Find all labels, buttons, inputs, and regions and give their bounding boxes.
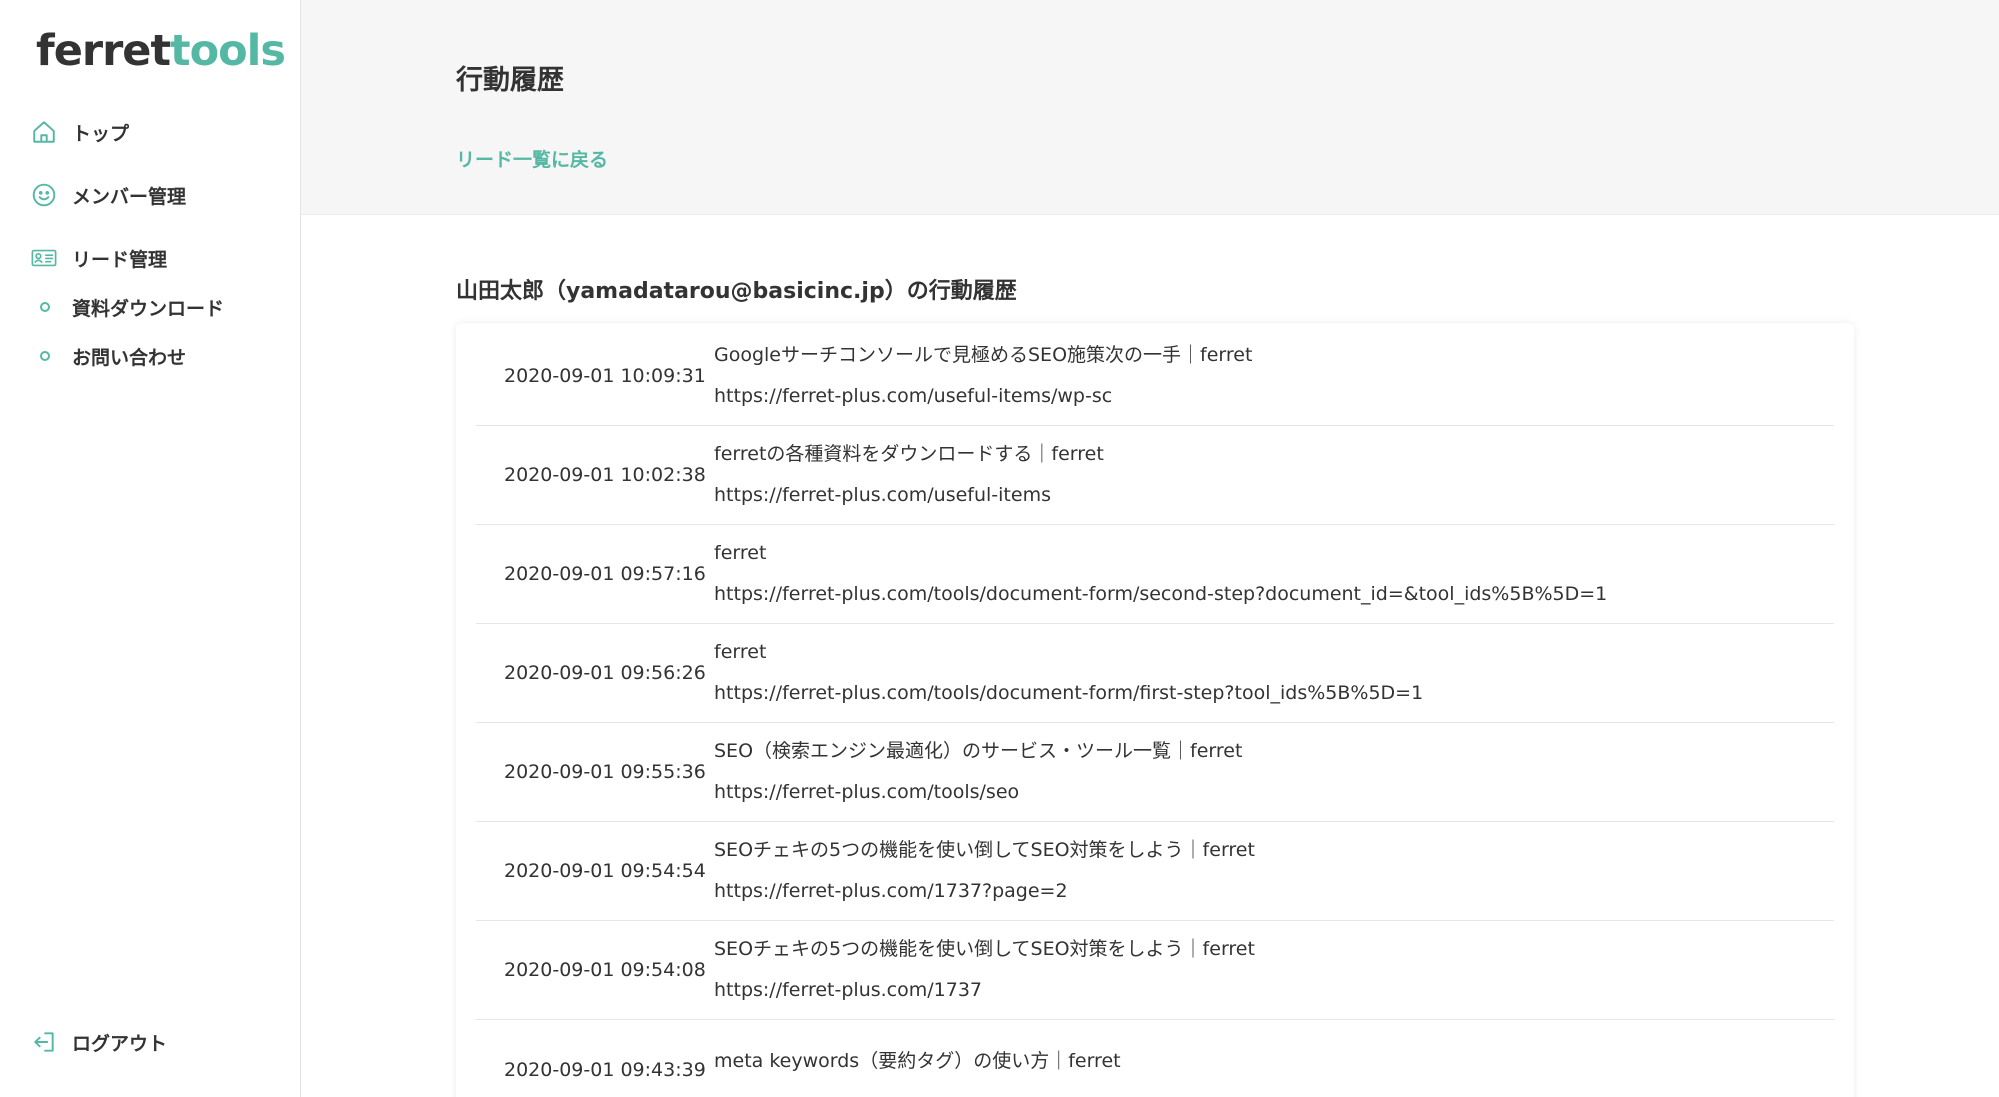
row-timestamp: 2020-09-01 09:43:39 [504, 1058, 706, 1081]
main-content: 行動履歴 リード一覧に戻る 山田太郎（yamadatarou@basicinc.… [301, 0, 1999, 1097]
row-timestamp: 2020-09-01 10:02:38 [504, 464, 706, 486]
row-info: Googleサーチコンソールで見極めるSEO施策次の一手｜ferret http… [714, 343, 1252, 408]
history-list: 2020-09-01 10:09:31 Googleサーチコンソールで見極めるS… [456, 323, 1854, 1097]
sidebar-item-members[interactable]: メンバー管理 [30, 175, 290, 215]
sidebar-subitem-label: お問い合わせ [72, 346, 187, 369]
row-page-title: Googleサーチコンソールで見極めるSEO施策次の一手｜ferret [714, 344, 1253, 367]
sidebar-item-label: リード管理 [72, 248, 168, 271]
table-row: 2020-09-01 10:09:31 Googleサーチコンソールで見極めるS… [476, 327, 1834, 426]
smiley-icon [30, 181, 58, 209]
history-section: 山田太郎（yamadatarou@basicinc.jp）の行動履歴 2020-… [301, 215, 1999, 1097]
back-to-leads-link[interactable]: リード一覧に戻る [456, 145, 608, 172]
row-page-title: ferret [714, 641, 767, 664]
sidebar-nav: トップ メンバー管理 リード管理 資料ダウンロード お問い合わせ [30, 112, 290, 385]
row-info: SEO（検索エンジン最適化）のサービス・ツール一覧｜ferret https:/… [714, 739, 1242, 804]
table-row: 2020-09-01 09:57:16 ferret https://ferre… [476, 525, 1834, 624]
sidebar-subitem-inquiries[interactable]: お問い合わせ [30, 336, 290, 376]
row-timestamp: 2020-09-01 09:54:54 [504, 860, 706, 882]
row-timestamp: 2020-09-01 09:54:08 [504, 959, 706, 981]
row-url[interactable]: https://ferret-plus.com/tools/document-f… [714, 582, 1607, 607]
sidebar-subitem-label: 資料ダウンロード [72, 297, 225, 320]
sidebar: ferrettools トップ メンバー管理 リード管理 資料ダウンロード お問… [0, 0, 301, 1097]
row-url[interactable]: https://ferret-plus.com/useful-items/wp-… [714, 384, 1252, 409]
logout-label: ログアウト [72, 1032, 168, 1055]
page-header: 行動履歴 リード一覧に戻る [301, 0, 1999, 215]
home-icon [30, 118, 58, 146]
row-timestamp: 2020-09-01 09:57:16 [504, 563, 706, 585]
row-info: ferret https://ferret-plus.com/tools/doc… [714, 541, 1607, 606]
sidebar-subitem-downloads[interactable]: 資料ダウンロード [30, 287, 290, 327]
bullet-icon [40, 302, 50, 312]
row-page-title: SEO（検索エンジン最適化）のサービス・ツール一覧｜ferret [714, 740, 1243, 763]
table-row: 2020-09-01 10:02:38 ferretの各種資料をダウンロードする… [476, 426, 1834, 525]
page-title: 行動履歴 [456, 65, 564, 96]
leads-subnav: 資料ダウンロード お問い合わせ [30, 287, 290, 376]
row-timestamp: 2020-09-01 09:56:26 [504, 662, 706, 684]
row-url[interactable]: https://ferret-plus.com/1737 [714, 978, 1255, 1003]
sidebar-item-label: トップ [72, 122, 130, 145]
row-url[interactable]: https://ferret-plus.com/tools/document-f… [714, 681, 1423, 706]
sidebar-item-top[interactable]: トップ [30, 112, 290, 152]
logout-icon [30, 1028, 58, 1056]
table-row: 2020-09-01 09:54:54 SEOチェキの5つの機能を使い倒してSE… [476, 822, 1834, 921]
row-page-title: meta keywords（要約タグ）の使い方｜ferret [714, 1050, 1121, 1073]
row-page-title: SEOチェキの5つの機能を使い倒してSEO対策をしよう｜ferret [714, 839, 1255, 862]
app: ferrettools トップ メンバー管理 リード管理 資料ダウンロード お問… [0, 0, 1999, 1097]
sidebar-item-label: メンバー管理 [72, 185, 187, 208]
logo[interactable]: ferrettools [36, 30, 286, 73]
row-info: SEOチェキの5つの機能を使い倒してSEO対策をしよう｜ferret https… [714, 838, 1255, 903]
row-info: ferretの各種資料をダウンロードする｜ferret https://ferr… [714, 442, 1104, 507]
row-page-title: ferret [714, 542, 767, 565]
sidebar-item-leads[interactable]: リード管理 [30, 238, 290, 278]
logo-ferret: ferret [36, 26, 171, 76]
bullet-icon [40, 351, 50, 361]
row-page-title: SEOチェキの5つの機能を使い倒してSEO対策をしよう｜ferret [714, 938, 1255, 961]
row-timestamp: 2020-09-01 09:55:36 [504, 761, 706, 783]
row-info: meta keywords（要約タグ）の使い方｜ferret [714, 1049, 1121, 1090]
table-row: 2020-09-01 09:43:39 meta keywords（要約タグ）の… [476, 1020, 1834, 1097]
row-url[interactable]: https://ferret-plus.com/tools/seo [714, 780, 1242, 805]
row-info: SEOチェキの5つの機能を使い倒してSEO対策をしよう｜ferret https… [714, 937, 1255, 1002]
row-page-title: ferretの各種資料をダウンロードする｜ferret [714, 443, 1104, 466]
table-row: 2020-09-01 09:54:08 SEOチェキの5つの機能を使い倒してSE… [476, 921, 1834, 1020]
row-url[interactable]: https://ferret-plus.com/1737?page=2 [714, 879, 1255, 904]
logout-button[interactable]: ログアウト [30, 1028, 167, 1056]
row-info: ferret https://ferret-plus.com/tools/doc… [714, 640, 1423, 705]
row-timestamp: 2020-09-01 10:09:31 [504, 365, 706, 387]
table-row: 2020-09-01 09:55:36 SEO（検索エンジン最適化）のサービス・… [476, 723, 1834, 822]
id-card-icon [30, 244, 58, 272]
row-url[interactable]: https://ferret-plus.com/useful-items [714, 483, 1104, 508]
table-row: 2020-09-01 09:56:26 ferret https://ferre… [476, 624, 1834, 723]
logo-tools: tools [170, 26, 286, 76]
section-title: 山田太郎（yamadatarou@basicinc.jp）の行動履歴 [456, 279, 1017, 304]
